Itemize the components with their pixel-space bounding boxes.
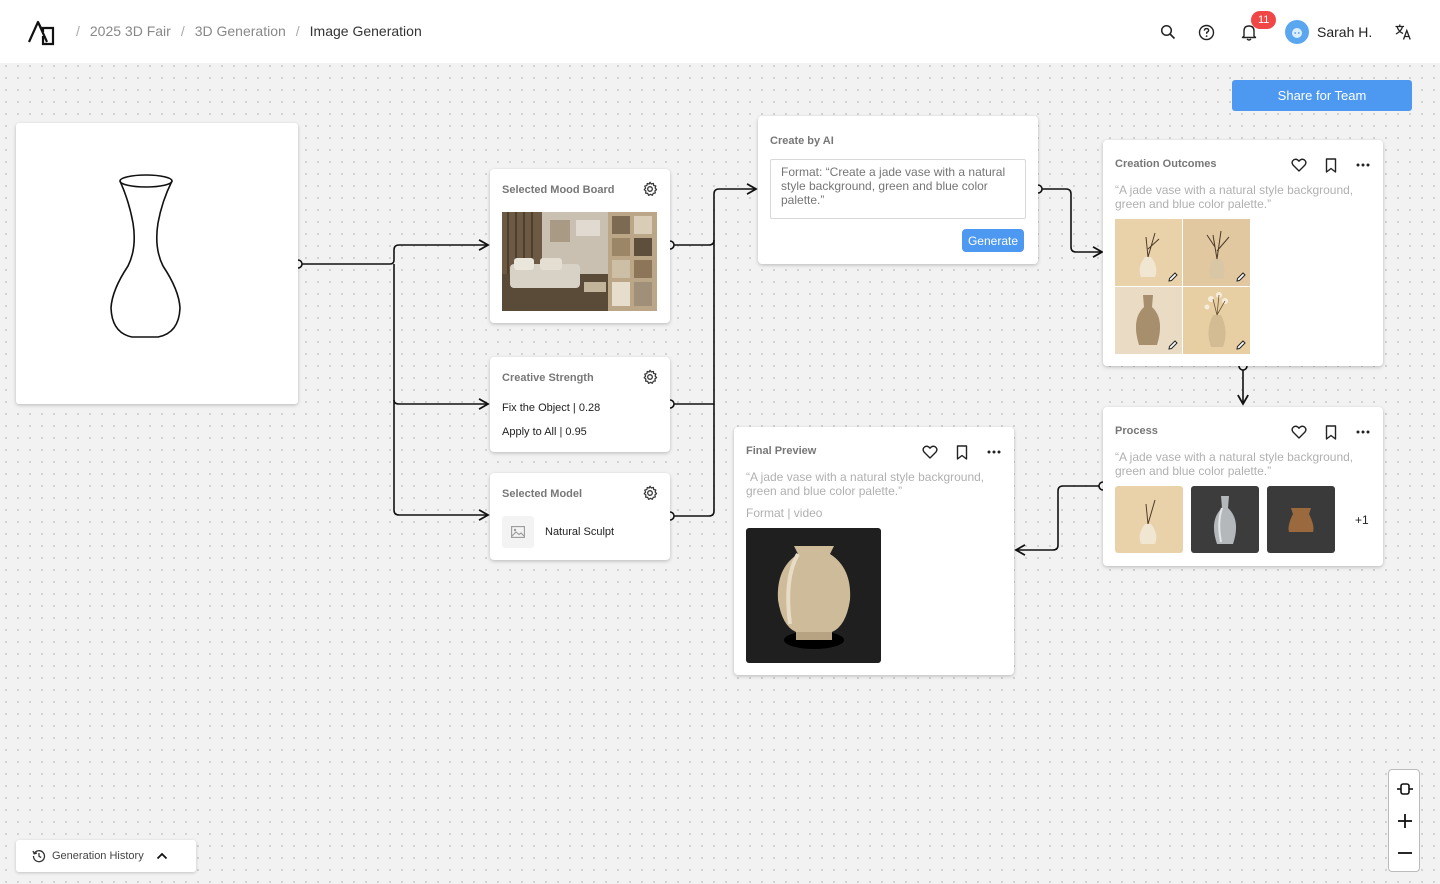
edit-icon[interactable] bbox=[1168, 272, 1178, 282]
process-card[interactable]: Process “A jade vase with a natural styl… bbox=[1103, 407, 1383, 566]
final-preview-format: Format | video bbox=[746, 506, 823, 520]
bookmark-icon[interactable] bbox=[953, 443, 971, 461]
bookmark-icon[interactable] bbox=[1322, 423, 1340, 441]
edit-icon[interactable] bbox=[1236, 272, 1246, 282]
process-prompt: “A jade vase with a natural style backgr… bbox=[1115, 450, 1354, 478]
selected-model-card[interactable]: Selected Model Natural Sculpt bbox=[490, 473, 670, 560]
heart-icon[interactable] bbox=[921, 443, 939, 461]
process-image-3[interactable] bbox=[1267, 486, 1335, 553]
final-preview-card[interactable]: Final Preview “A jade vase with a natura… bbox=[734, 427, 1014, 675]
generation-history-label: Generation History bbox=[52, 850, 144, 862]
generation-history-button[interactable]: Generation History bbox=[16, 840, 196, 872]
fix-object-value[interactable]: Fix the Object | 0.28 bbox=[502, 402, 600, 414]
mood-board-card[interactable]: Selected Mood Board bbox=[490, 169, 670, 323]
outcome-image-2[interactable] bbox=[1183, 219, 1250, 286]
more-options-icon[interactable] bbox=[1354, 423, 1372, 441]
create-by-ai-title: Create by AI bbox=[770, 135, 834, 147]
apply-all-value[interactable]: Apply to All | 0.95 bbox=[502, 426, 587, 438]
gear-icon[interactable] bbox=[642, 369, 658, 385]
history-icon bbox=[32, 850, 46, 863]
chevron-up-icon bbox=[156, 852, 167, 860]
mood-board-title: Selected Mood Board bbox=[502, 184, 615, 196]
creation-outcomes-title: Creation Outcomes bbox=[1115, 158, 1217, 170]
image-placeholder-icon bbox=[502, 516, 534, 548]
bookmark-icon[interactable] bbox=[1322, 156, 1340, 174]
outcome-image-1[interactable] bbox=[1115, 219, 1182, 286]
selected-model-title: Selected Model bbox=[502, 488, 583, 500]
zoom-controls bbox=[1388, 769, 1420, 872]
gear-icon[interactable] bbox=[642, 485, 658, 501]
process-image-2[interactable] bbox=[1191, 486, 1259, 553]
final-preview-video[interactable] bbox=[746, 528, 881, 663]
outcome-image-4[interactable] bbox=[1183, 287, 1250, 354]
vase-sketch-image bbox=[110, 174, 181, 338]
edit-icon[interactable] bbox=[1236, 340, 1246, 350]
heart-icon[interactable] bbox=[1290, 156, 1308, 174]
creative-strength-card[interactable]: Creative Strength Fix the Object | 0.28 … bbox=[490, 357, 670, 452]
more-options-icon[interactable] bbox=[985, 443, 1003, 461]
zoom-in-icon[interactable] bbox=[1394, 810, 1416, 832]
final-preview-title: Final Preview bbox=[746, 445, 817, 457]
heart-icon[interactable] bbox=[1290, 423, 1308, 441]
final-preview-prompt: “A jade vase with a natural style backgr… bbox=[746, 470, 985, 498]
creation-outcomes-card[interactable]: Creation Outcomes “A jade vase with a na… bbox=[1103, 140, 1383, 366]
gear-icon[interactable] bbox=[642, 181, 658, 197]
creative-strength-title: Creative Strength bbox=[502, 372, 594, 384]
zoom-out-icon[interactable] bbox=[1394, 842, 1416, 864]
outcomes-prompt: “A jade vase with a natural style backgr… bbox=[1115, 183, 1354, 211]
more-options-icon[interactable] bbox=[1354, 156, 1372, 174]
prompt-input[interactable] bbox=[770, 159, 1026, 219]
process-title: Process bbox=[1115, 425, 1158, 437]
generate-button[interactable]: Generate bbox=[962, 229, 1024, 252]
create-by-ai-card[interactable]: Create by AI Generate bbox=[758, 116, 1038, 264]
edit-icon[interactable] bbox=[1168, 340, 1178, 350]
more-images-count[interactable]: +1 bbox=[1355, 513, 1369, 527]
mood-board-image[interactable] bbox=[502, 212, 657, 311]
process-image-1[interactable] bbox=[1115, 486, 1183, 553]
outcome-image-3[interactable] bbox=[1115, 287, 1182, 354]
model-name: Natural Sculpt bbox=[545, 526, 615, 538]
sketch-canvas[interactable] bbox=[16, 123, 298, 404]
fit-view-icon[interactable] bbox=[1394, 778, 1416, 800]
